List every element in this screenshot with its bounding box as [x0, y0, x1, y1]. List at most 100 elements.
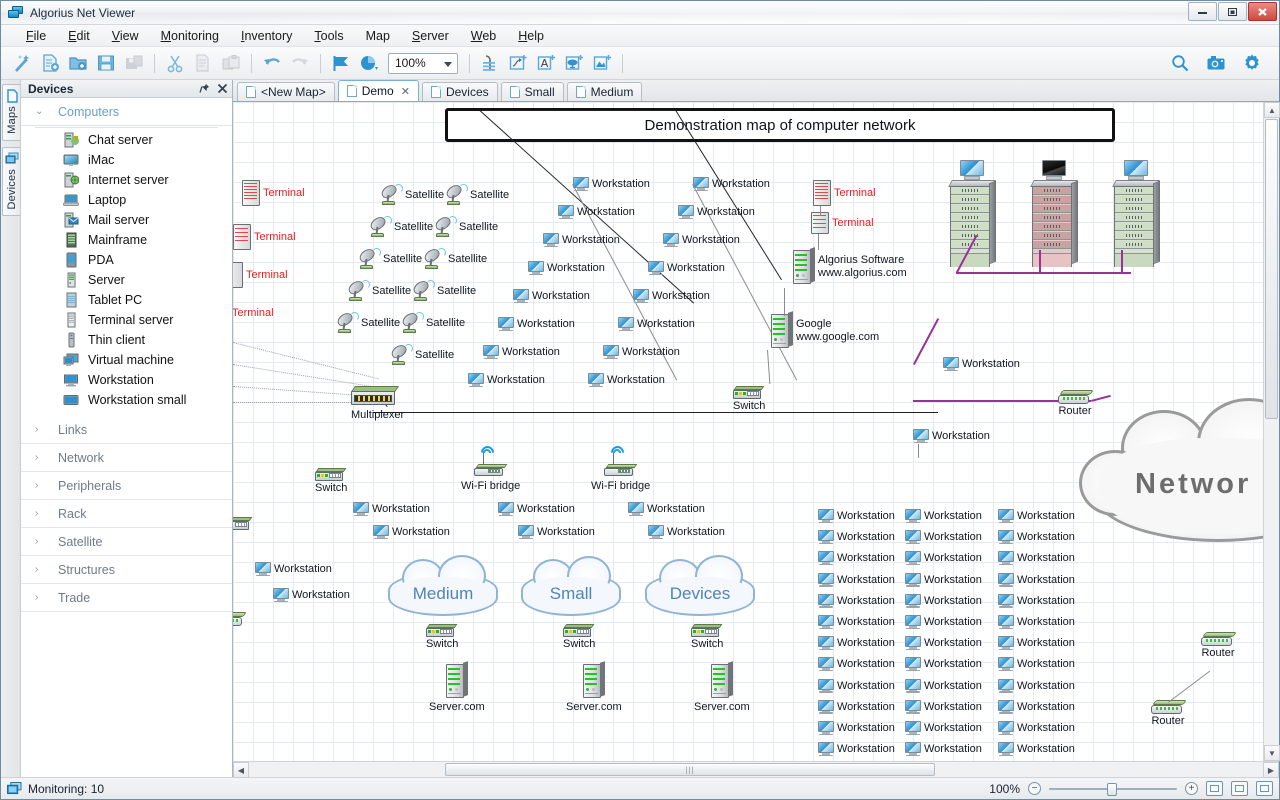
map-node-workstation[interactable]: Workstation [498, 502, 575, 516]
map-node-satellite[interactable]: Satellite [368, 214, 433, 238]
map-node-workstation[interactable]: Workstation [648, 525, 725, 539]
save-icon[interactable] [93, 50, 119, 76]
map-node-workstation[interactable]: Workstation [603, 345, 680, 359]
map-node-satellite[interactable]: Satellite [357, 246, 422, 270]
device-group-structures[interactable]: › Structures [21, 556, 232, 584]
map-node-router[interactable]: Router [1201, 632, 1237, 659]
map-node-workstation[interactable]: Workstation [905, 530, 982, 545]
map-node-terminal[interactable]: Terminal [233, 262, 288, 288]
scroll-right-button[interactable]: ▶ [1263, 762, 1279, 778]
map-node-workstation[interactable]: Workstation [818, 530, 895, 545]
map-node-workstation[interactable]: Workstation [693, 177, 770, 191]
map-node-workstation[interactable]: Workstation [818, 678, 895, 693]
menu-file[interactable]: FFileile [15, 27, 57, 45]
device-item-workstation-small[interactable]: Workstation small [21, 390, 232, 410]
map-node-satellite[interactable]: Satellite [433, 214, 498, 238]
map-node-workstation[interactable]: Workstation [573, 177, 650, 191]
map-node-workstation[interactable]: Workstation [678, 205, 755, 219]
menu-edit[interactable]: Edit [57, 27, 101, 45]
tab-medium[interactable]: Medium [566, 82, 643, 101]
device-item-imac[interactable]: iMac [21, 150, 232, 170]
map-node-workstation[interactable]: Workstation [998, 593, 1075, 608]
menu-web[interactable]: Web [460, 27, 507, 45]
map-node-workstation[interactable]: Workstation [998, 572, 1075, 587]
map-node-workstation[interactable]: Workstation [905, 742, 982, 757]
new-map-wizard-icon[interactable] [9, 50, 35, 76]
fit-page-icon[interactable] [1206, 781, 1223, 796]
redo-icon[interactable] [287, 50, 313, 76]
map-node-satellite[interactable]: Satellite [422, 246, 487, 270]
map-node-server-com[interactable]: Server.com [694, 661, 750, 713]
map-node-server-com[interactable]: Server.com [429, 661, 485, 713]
new-document-icon[interactable] [37, 50, 63, 76]
device-group-trade[interactable]: › Trade [21, 584, 232, 612]
map-node-router[interactable]: Router [1058, 390, 1094, 417]
close-button[interactable] [1248, 2, 1277, 21]
search-icon[interactable] [1167, 50, 1193, 76]
device-item-terminal-server[interactable]: Terminal server [21, 310, 232, 330]
maximize-button[interactable] [1218, 2, 1247, 21]
tab-demo[interactable]: Demo ✕ [337, 80, 419, 101]
map-node-workstation[interactable]: Workstation [905, 636, 982, 651]
device-item-thin-client[interactable]: Thin client [21, 330, 232, 350]
minimize-button[interactable] [1188, 2, 1217, 21]
horizontal-scrollbar[interactable]: ◀ ||| ▶ [233, 761, 1279, 778]
map-node-workstation[interactable]: Workstation [628, 502, 705, 516]
map-node-switch[interactable]: Switch [733, 386, 765, 412]
add-text-icon[interactable]: A [533, 50, 559, 76]
device-group-computers[interactable]: ⌄ Computers [21, 98, 232, 126]
map-node-workstation[interactable]: Workstation [905, 699, 982, 714]
map-node-switch[interactable]: Switch [563, 624, 595, 650]
map-node-workstation[interactable]: Workstation [943, 357, 1020, 371]
map-node-terminal[interactable]: Terminal [233, 300, 274, 326]
map-node-workstation[interactable]: Workstation [483, 345, 560, 359]
scroll-down-button[interactable]: ▼ [1264, 745, 1280, 761]
map-node-workstation[interactable]: Workstation [998, 551, 1075, 566]
monitoring-flag-icon[interactable] [328, 50, 354, 76]
save-all-icon[interactable] [121, 50, 147, 76]
map-node-workstation[interactable]: Workstation [905, 678, 982, 693]
devices-tree[interactable]: ⌄ Computers Chat server iMac Internet se… [21, 98, 232, 777]
map-node-workstation[interactable]: Workstation [255, 562, 332, 576]
map-node-workstation[interactable]: Workstation [905, 593, 982, 608]
map-node-workstation[interactable]: Workstation [905, 509, 982, 523]
menu-help[interactable]: Help [507, 27, 555, 45]
map-node-workstation[interactable]: Workstation [353, 502, 430, 516]
map-node-workstation[interactable]: Workstation [905, 721, 982, 735]
menu-tools[interactable]: Tools [303, 27, 354, 45]
map-cloud-medium[interactable]: Medium [388, 555, 498, 616]
map-node-workstation[interactable]: Workstation [818, 657, 895, 672]
fit-screen-icon[interactable] [1256, 781, 1273, 796]
paste-icon[interactable] [218, 50, 244, 76]
scroll-up-button[interactable]: ▲ [1264, 102, 1280, 118]
map-node-workstation[interactable]: Workstation [818, 721, 895, 735]
map-node-router[interactable] [233, 612, 247, 627]
report-chart-icon[interactable] [356, 50, 382, 76]
map-node-workstation[interactable]: Workstation [818, 615, 895, 629]
menu-server[interactable]: Server [401, 27, 460, 45]
map-node-workstation[interactable]: Workstation [513, 289, 590, 303]
map-node-workstation[interactable]: Workstation [818, 572, 895, 587]
device-item-server[interactable]: Server [21, 270, 232, 290]
map-node-terminal[interactable]: Terminal [813, 180, 876, 206]
menu-map[interactable]: Map [355, 27, 401, 45]
map-node-terminal[interactable]: Terminal [242, 180, 305, 206]
vertical-scroll-thumb[interactable] [1265, 119, 1278, 419]
map-node-workstation[interactable]: Workstation [998, 678, 1075, 693]
map-node-workstation[interactable]: Workstation [905, 657, 982, 672]
map-node-satellite[interactable]: Satellite [400, 310, 465, 334]
copy-icon[interactable] [190, 50, 216, 76]
align-icon[interactable] [477, 50, 503, 76]
map-node-workstation[interactable]: Workstation [528, 261, 605, 275]
map-node-workstation[interactable]: Workstation [818, 593, 895, 608]
rail-tab-maps[interactable]: Maps [2, 84, 20, 141]
fit-width-icon[interactable] [1231, 781, 1248, 796]
close-icon[interactable] [217, 83, 228, 94]
device-group-links[interactable]: › Links [21, 416, 232, 444]
device-item-mainframe[interactable]: Mainframe [21, 230, 232, 250]
map-node-server-google[interactable]: Google www.google.com [771, 311, 879, 348]
gear-icon[interactable] [1239, 50, 1265, 76]
menu-inventory[interactable]: Inventory [230, 27, 303, 45]
map-node-workstation[interactable]: Workstation [618, 317, 695, 331]
map-node-workstation[interactable]: Workstation [498, 317, 575, 331]
